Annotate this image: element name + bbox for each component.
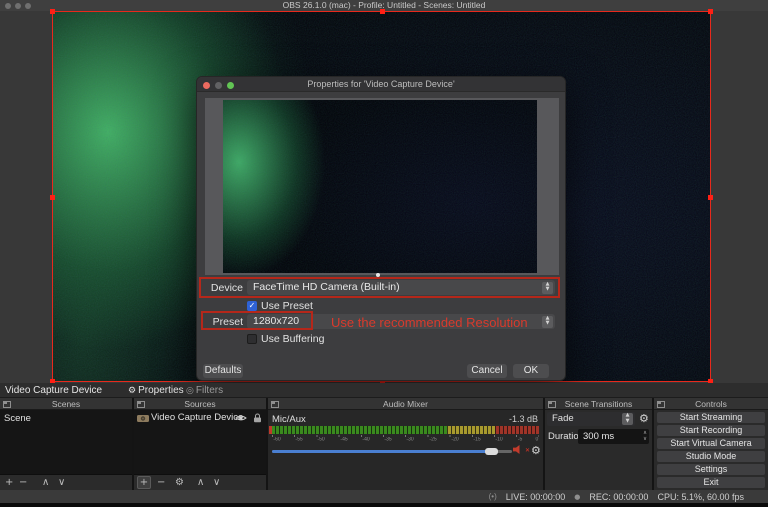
scenes-header: Scenes [0, 398, 132, 410]
selection-handle-mid-left[interactable] [50, 195, 55, 200]
preset-label: Preset [205, 316, 243, 328]
status-bar: (•) LIVE: 00:00:00 ● REC: 00:00:00 CPU: … [0, 490, 768, 503]
scene-transitions-panel: Scene Transitions Fade ▲▼ ⚙ Duration 300… [545, 398, 652, 490]
defaults-button[interactable]: Defaults [203, 364, 243, 378]
filters-icon: ◎ [186, 386, 194, 396]
transition-select[interactable]: Fade ▲▼ [547, 412, 635, 426]
device-label: Device [205, 282, 243, 294]
ok-button[interactable]: OK [513, 364, 549, 378]
mixer-gear-icon[interactable]: ⚙ [531, 444, 541, 457]
slider-fill [272, 450, 491, 453]
cpu-fps-stats: CPU: 5.1%, 60.00 fps [657, 492, 744, 502]
selected-source-name: Video Capture Device [5, 384, 102, 397]
meter-tick-labels: -60-55 -50-45 -40-35 -30-25 -20-15 -10-5… [272, 437, 539, 444]
studio-mode-button[interactable]: Studio Mode [657, 451, 765, 462]
selection-handle-mid-right[interactable] [708, 195, 713, 200]
scenes-toolbar: + − ∧ ∨ [0, 474, 132, 490]
start-streaming-button[interactable]: Start Streaming [657, 412, 765, 423]
slider-handle[interactable] [485, 448, 498, 455]
transition-spinner-icon[interactable]: ▲▼ [622, 413, 633, 425]
selection-handle-top-right[interactable] [708, 9, 713, 14]
exit-button[interactable]: Exit [657, 477, 765, 488]
source-up-button[interactable]: ∧ [197, 476, 204, 489]
live-signal-icon: (•) [489, 492, 497, 501]
sources-header: Sources [134, 398, 266, 410]
selection-handle-top-center[interactable] [380, 9, 385, 14]
audio-mixer-panel: Audio Mixer Mic/Aux -1.3 dB -60-55 -50-4… [268, 398, 543, 490]
scene-down-button[interactable]: ∨ [58, 476, 65, 489]
remove-source-button[interactable]: − [157, 476, 165, 489]
filters-button[interactable]: ◎Filters [186, 384, 223, 398]
gear-icon: ⚙ [128, 386, 136, 396]
mute-speaker-icon[interactable] [513, 445, 524, 454]
eye-icon[interactable] [235, 414, 247, 422]
remove-scene-button[interactable]: − [19, 476, 27, 489]
dialog-camera-preview [223, 100, 537, 273]
duration-spinbox[interactable]: 300 ms ∧∨ [578, 429, 649, 444]
settings-button[interactable]: Settings [657, 464, 765, 475]
selection-handle-top-left[interactable] [50, 9, 55, 14]
duration-value: 300 ms [583, 431, 614, 442]
source-toolbar: Video Capture Device ⚙Properties ◎Filter… [0, 383, 768, 398]
obs-window: OBS 26.1.0 (mac) - Profile: Untitled - S… [0, 0, 768, 507]
annotation-text: Use the recommended Resolution [331, 315, 528, 330]
sources-list: Video Capture Device [134, 410, 266, 474]
rec-timer: REC: 00:00:00 [589, 492, 648, 502]
rec-dot-icon: ● [574, 493, 580, 501]
device-value: FaceTime HD Camera (Built-in) [253, 281, 400, 293]
source-down-button[interactable]: ∨ [213, 476, 220, 489]
volume-slider[interactable] [272, 446, 512, 456]
device-select[interactable]: FaceTime HD Camera (Built-in) ▲▼ [247, 280, 555, 295]
cancel-button[interactable]: Cancel [467, 364, 507, 378]
transition-value: Fade [552, 413, 574, 424]
scene-list-item[interactable]: Scene [4, 413, 31, 425]
use-preset-checkbox[interactable]: ✓ [247, 301, 257, 311]
scenes-panel: Scenes Scene + − ∧ ∨ [0, 398, 132, 490]
scene-transitions-header: Scene Transitions [545, 398, 652, 410]
camera-icon [137, 414, 149, 423]
volume-meter [272, 426, 539, 434]
bottom-strip [0, 503, 768, 507]
start-recording-button[interactable]: Start Recording [657, 425, 765, 436]
mute-x-icon: ✕ [525, 447, 530, 454]
mixer-body: Mic/Aux -1.3 dB -60-55 -50-45 -40-35 -30… [268, 410, 543, 490]
add-scene-button[interactable]: + [5, 476, 13, 489]
sources-toolbar: + − ⚙ ∧ ∨ [134, 474, 266, 490]
transition-gear-icon[interactable]: ⚙ [639, 412, 649, 425]
dialog-title: Properties for 'Video Capture Device' [197, 77, 565, 92]
dialog-camera-preview-frame [205, 98, 559, 275]
preset-select-spinner-icon[interactable]: ▲▼ [542, 316, 553, 328]
audio-mixer-header: Audio Mixer [268, 398, 543, 410]
source-properties-button[interactable]: ⚙ [175, 476, 184, 489]
properties-button[interactable]: ⚙Properties [128, 384, 184, 398]
duration-spinner-icon[interactable]: ∧∨ [643, 430, 647, 442]
sources-panel: Sources Video Capture Device [134, 398, 266, 490]
mixer-level-db: -1.3 dB [509, 414, 538, 424]
use-buffering-label: Use Buffering [261, 334, 324, 345]
controls-panel: Controls Start Streaming Start Recording… [654, 398, 768, 490]
add-source-button[interactable]: + [137, 476, 151, 489]
use-buffering-checkbox[interactable] [247, 334, 257, 344]
start-virtual-camera-button[interactable]: Start Virtual Camera [657, 438, 765, 449]
scene-up-button[interactable]: ∧ [42, 476, 49, 489]
source-list-item[interactable]: Video Capture Device [134, 411, 266, 424]
device-select-spinner-icon[interactable]: ▲▼ [542, 282, 553, 294]
live-timer: LIVE: 00:00:00 [506, 492, 566, 502]
scenes-list: Scene [0, 410, 132, 474]
dialog-titlebar: Properties for 'Video Capture Device' [197, 77, 565, 92]
lock-icon[interactable] [253, 413, 262, 423]
controls-header: Controls [654, 398, 768, 410]
dock-area: Scenes Scene + − ∧ ∨ Sources [0, 398, 768, 490]
preview-noise-overlay [223, 100, 537, 273]
properties-dialog: Properties for 'Video Capture Device' De… [196, 76, 566, 381]
mixer-channel-name: Mic/Aux [272, 414, 306, 425]
